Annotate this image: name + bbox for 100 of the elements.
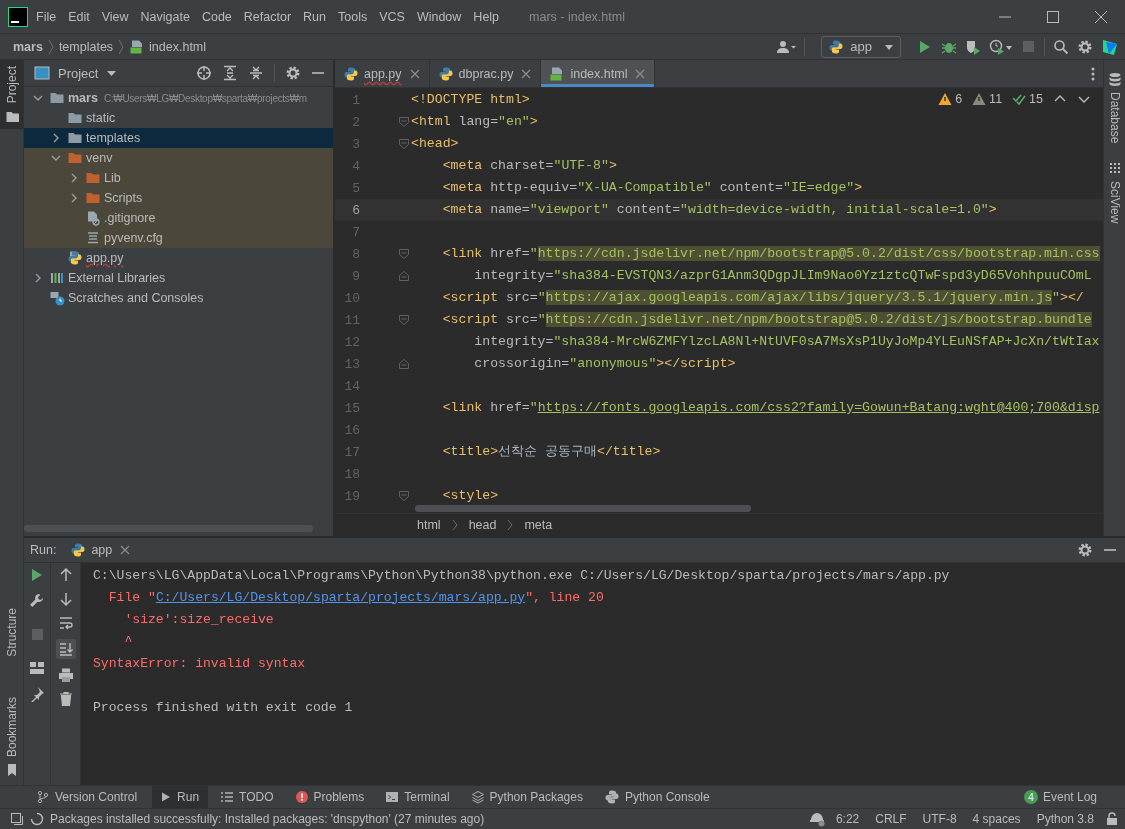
editor-tab[interactable]: index.html	[541, 60, 656, 87]
tree-item[interactable]: External Libraries	[24, 268, 333, 288]
tool-window-tab[interactable]: Bookmarks	[0, 690, 23, 785]
menu-item[interactable]: Window	[410, 5, 468, 28]
folder-path: C:₩Users₩LG₩Desktop₩sparta₩projects₩m	[103, 92, 307, 104]
more-icon[interactable]	[1091, 66, 1095, 81]
layout-icon[interactable]	[29, 660, 45, 676]
file-link[interactable]: C:/Users/LG/Desktop/sparta/projects/mars/app.py	[155, 589, 526, 605]
scrollbar[interactable]	[24, 525, 313, 532]
run-tab[interactable]: app	[66, 538, 138, 562]
tree-item[interactable]: venv	[24, 148, 333, 168]
settings-icon[interactable]	[1077, 542, 1093, 558]
collapse-all-icon[interactable]	[248, 65, 264, 81]
menu-item[interactable]: Navigate	[134, 5, 196, 28]
tool-window-button[interactable]: Problems	[288, 786, 374, 808]
editor-tab[interactable]: app.py	[335, 60, 430, 87]
tool-window-button[interactable]: Version Control	[30, 786, 147, 808]
tool-window-button[interactable]: Run	[152, 786, 209, 808]
pin-icon[interactable]	[29, 686, 45, 702]
tool-window-button[interactable]: Python Packages	[464, 786, 592, 808]
soft-wrap-icon[interactable]	[57, 615, 74, 631]
warning-icon	[972, 92, 987, 106]
user-icon[interactable]	[776, 38, 797, 55]
folder-icon	[67, 150, 83, 166]
fold-marker-icon[interactable]	[398, 358, 410, 370]
line-number: 5	[351, 180, 360, 196]
tool-window-tab[interactable]: Database	[1104, 66, 1125, 150]
status-item[interactable]: Python 3.8	[1031, 809, 1099, 829]
breadcrumb-item[interactable]: meta	[520, 518, 557, 532]
locate-icon[interactable]	[196, 65, 212, 81]
wrench-icon[interactable]	[29, 593, 45, 609]
print-icon[interactable]	[57, 667, 74, 683]
menu-item[interactable]: File	[30, 5, 63, 28]
menu-item[interactable]: View	[95, 5, 135, 28]
menu-item[interactable]: Help	[467, 5, 506, 28]
fold-marker-icon[interactable]	[398, 270, 410, 282]
line-number: 9	[351, 268, 360, 284]
search-icon[interactable]	[1053, 38, 1069, 55]
tool-window-button[interactable]: Terminal	[379, 786, 459, 808]
fold-marker-icon[interactable]	[398, 116, 410, 128]
status-item[interactable]: CRLF	[870, 809, 912, 829]
tree-item[interactable]: pyvenv.cfg	[24, 228, 333, 248]
tree-item[interactable]: .gitignore	[24, 208, 333, 228]
menu-item[interactable]: Run	[297, 5, 332, 28]
fold-marker-icon[interactable]	[398, 138, 410, 150]
tree-item[interactable]: mars C:₩Users₩LG₩Desktop₩sparta₩projects₩m	[24, 88, 333, 108]
terminal-icon	[385, 790, 400, 804]
fold-marker-icon[interactable]	[398, 490, 410, 502]
console-line: ^	[124, 633, 133, 649]
tree-item[interactable]: Lib	[24, 168, 333, 188]
tree-item[interactable]: Scratches and Consoles	[24, 288, 333, 308]
tree-item[interactable]: templates	[24, 128, 333, 148]
tree-item[interactable]: static	[24, 108, 333, 128]
breadcrumb-item[interactable]: index.html	[129, 35, 207, 58]
fold-marker-icon[interactable]	[398, 248, 410, 260]
status-item[interactable]: 4 spaces	[967, 809, 1026, 829]
status-item[interactable]: UTF-8	[917, 809, 962, 829]
fold-marker-icon[interactable]	[398, 314, 410, 326]
app-logo	[8, 6, 28, 27]
menu-item[interactable]: Edit	[62, 5, 96, 28]
code-line: integrity="sha384-EVSTQN3/azprG1Anm3QDgpJLIm9Nao0Yz1ztcQTwFspd3yD65VohhpuuCOmL	[474, 267, 1092, 285]
scroll-to-end-button[interactable]	[55, 639, 76, 659]
menu-item[interactable]: Refactor	[237, 5, 298, 28]
status-item[interactable]: 6:22	[830, 809, 865, 829]
down-arrow-icon[interactable]	[57, 591, 74, 607]
tool-window-tab[interactable]: SciView	[1104, 155, 1125, 230]
menu-item[interactable]: VCS	[373, 5, 411, 28]
line-number: 15	[343, 400, 360, 416]
tool-window-tab[interactable]: Project	[0, 60, 23, 130]
run-configuration-dropdown[interactable]: app	[821, 35, 901, 58]
scratches-icon	[49, 290, 65, 306]
menu-item[interactable]: Code	[195, 5, 238, 28]
event-log-button[interactable]: 4 Event Log	[1023, 786, 1097, 808]
breadcrumb-item[interactable]: html	[413, 518, 445, 532]
tree-item[interactable]: app.py	[24, 248, 333, 268]
line-number: 7	[351, 224, 360, 240]
lock-icon[interactable]	[1105, 812, 1119, 826]
tool-window-button[interactable]: TODO	[214, 786, 283, 808]
expand-all-icon[interactable]	[222, 65, 238, 81]
folder-icon	[67, 130, 83, 146]
notification-count: 4	[1023, 790, 1038, 804]
trash-icon[interactable]	[57, 691, 74, 707]
tree-item[interactable]: Scripts	[24, 188, 333, 208]
maximize-icon	[1046, 9, 1060, 24]
tool-window-tab[interactable]: Structure	[0, 602, 23, 663]
view-dropdown[interactable]: Project	[34, 65, 118, 81]
breadcrumb-item[interactable]: head	[464, 518, 501, 532]
code-line: <!DOCTYPE html>	[411, 91, 530, 109]
line-number: 3	[351, 136, 360, 152]
breadcrumb-item[interactable]: mars	[13, 35, 43, 58]
menu-item[interactable]: Tools	[332, 5, 374, 28]
tool-window-button[interactable]: Python Console	[597, 786, 719, 808]
scrollbar[interactable]	[415, 505, 751, 512]
line-number: 14	[343, 378, 360, 394]
settings-icon[interactable]	[1077, 38, 1093, 55]
breadcrumb-item[interactable]: templates	[58, 35, 114, 58]
settings-icon[interactable]	[285, 65, 301, 81]
window-title: mars - index.html	[529, 9, 625, 24]
code-line: <title>선착순 공동구매</title>	[442, 443, 661, 461]
panel-toggle-icon[interactable]	[10, 812, 24, 826]
